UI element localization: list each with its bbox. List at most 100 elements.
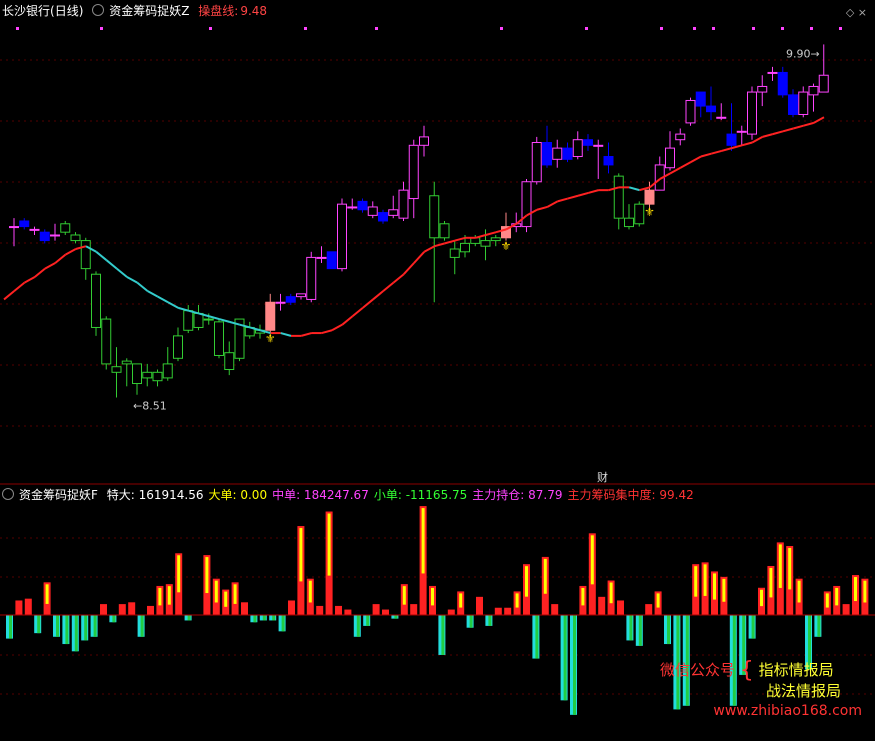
candle-body [675,133,686,141]
line-label: 操盘线: [198,4,239,18]
indicator-name[interactable]: 资金筹码捉妖Z [109,4,189,18]
candle-body [613,175,624,219]
ma-segment [721,147,733,152]
candle-body [193,312,204,328]
sub-bar-neg-inner [488,615,492,626]
ma-segment [280,332,292,337]
candle-body [326,251,337,270]
sub-value-2: 中单: 184247.67 [272,488,369,502]
ma-segment [546,200,558,208]
sub-bar-pos [617,600,624,615]
candle-body [101,318,112,365]
ma-segment [24,276,36,284]
ma-segment [475,234,487,239]
sub-bar-neg-inner [366,615,370,626]
ma-segment [95,251,108,261]
stock-name[interactable]: 长沙银行 [2,4,50,18]
sub-bar-neg-inner [65,615,69,645]
ma-segment [403,262,415,275]
candle-body [19,220,30,228]
sub-bar-pos [100,604,107,615]
sub-bar-pos-inner [327,513,331,576]
sub-bar-pos [118,604,126,615]
candle-body [562,147,573,160]
settings-circle-icon[interactable] [2,488,14,500]
candle-body [91,273,101,328]
diamond-icon[interactable]: ◇ [846,6,854,19]
candle-body [162,363,173,379]
sub-bar-pos-inner [760,589,763,607]
sub-bar-neg-inner [272,615,276,621]
ma-segment [741,141,753,147]
candle-body [818,74,829,93]
candle-body [408,144,419,200]
candle-body [634,203,645,225]
candle-body [583,139,593,146]
close-icon[interactable]: × [858,6,867,19]
sub-bar-pos [551,604,559,615]
ma-segment [126,276,138,284]
candle-body [39,231,50,242]
candle-body [50,234,60,237]
sub-bar-pos [494,607,502,615]
settings-circle-icon[interactable] [92,4,105,16]
candle-body [777,71,788,96]
sub-bar-pos [372,604,380,615]
ma-segment [710,149,722,155]
ma-segment [372,290,384,301]
ma-segment [351,307,364,318]
sub-bar-neg-inner [56,615,59,637]
sub-bar-pos-inner [308,580,312,603]
ma-segment [136,281,149,292]
ma-segment [792,124,804,130]
candle-body [203,318,214,321]
sub-bar-pos-inner [45,584,49,604]
sub-bar-neg-inner [751,615,755,639]
sub-bar-pos [335,605,342,615]
sub-bar-pos-inner [778,544,782,588]
sub-bar-pos-inner [421,508,425,574]
sub-bar-neg-inner [629,615,633,641]
main-header: 长沙银行(日线) 资金筹码捉妖Z 操盘线: 9.48 [2,3,272,19]
sub-bar-pos-inner [158,587,162,606]
candle-body [285,296,296,303]
sub-indicator-name[interactable]: 资金筹码捉妖F [19,488,98,502]
sub-bar-neg-inner [356,615,360,637]
sub-bar-neg-inner [469,615,473,628]
sub-bar-pos [24,598,32,615]
candle-body [542,142,552,166]
signal-icon: ⚜ [644,205,655,219]
candle-body [357,200,368,211]
sub-bar-pos-inner [769,567,773,598]
ma-segment [485,231,497,236]
candle-body [152,371,163,382]
sub-header: 资金筹码捉妖F 特大: 161914.56 大单: 0.00 中单: 184247.… [2,487,704,503]
ma-segment [680,161,692,169]
candle-body [275,301,286,304]
sub-bar-neg-inner [187,615,191,621]
sub-bar-pos-inner [788,548,792,590]
period-label[interactable]: (日线) [50,4,83,18]
cai-label: 财 [597,470,608,484]
ma-segment [341,315,354,326]
sub-bar-neg-inner [638,615,642,646]
sub-values: 特大: 161914.56 大单: 0.00 中单: 184247.67 小单: -1… [107,488,699,502]
sub-bar-neg-inner [394,615,398,619]
top-dot-mark [209,27,212,30]
candle-body [695,91,706,107]
high-label: 9.90→ [786,47,820,60]
ma-segment [44,262,56,270]
candle-body [367,206,378,216]
sub-bar-pos-inner [694,566,698,597]
ma-segment [772,130,784,136]
sub-bar-pos [147,605,154,615]
candle-body [767,71,778,74]
candle-body [439,223,450,239]
candle-body [398,189,409,219]
candle-body [337,203,347,270]
sub-bar-pos-inner [722,578,726,602]
sub-bar-neg-inner [37,615,41,634]
candle-body [80,240,91,270]
top-dot-mark [660,27,663,30]
sub-bar-pos [241,602,248,615]
